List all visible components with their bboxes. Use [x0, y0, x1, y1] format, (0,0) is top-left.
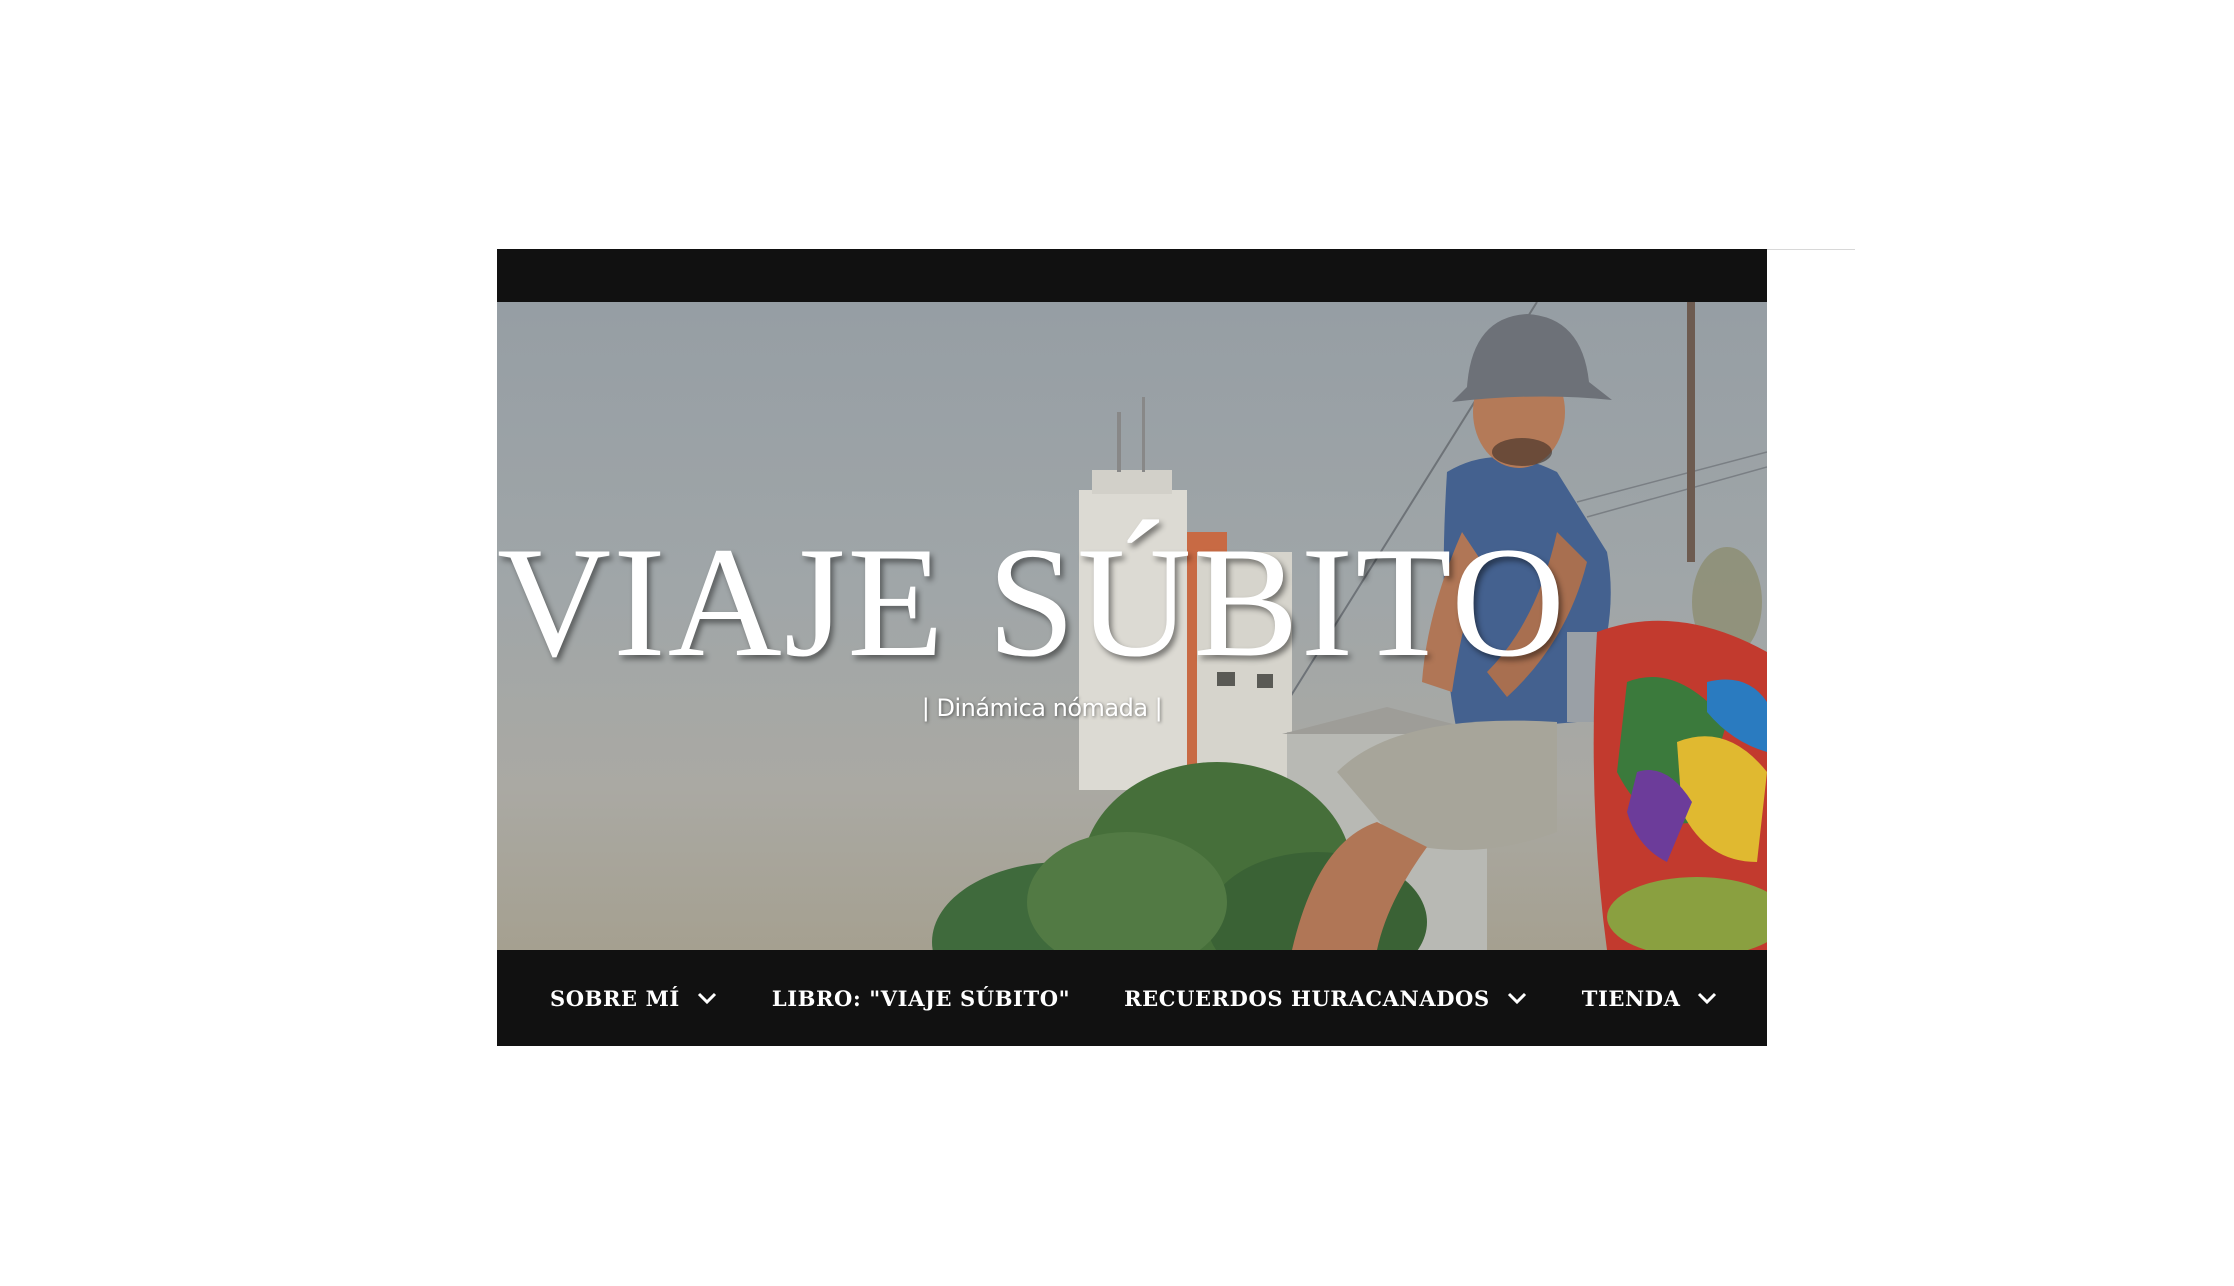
main-navigation: SOBRE MÍ LIBRO: "VIAJE SÚBITO" RECUERDOS…	[497, 950, 1767, 1046]
nav-item-label: TIENDA	[1581, 985, 1681, 1011]
nav-item-tienda[interactable]: TIENDA	[1582, 986, 1719, 1011]
chevron-down-icon[interactable]	[1506, 991, 1528, 1005]
site-title[interactable]: VIAJE SÚBITO	[497, 524, 1565, 682]
nav-item-recuerdos-huracanados[interactable]: RECUERDOS HURACANADOS	[1124, 986, 1528, 1011]
top-bar	[497, 249, 1767, 302]
nav-item-label: SOBRE MÍ	[550, 985, 680, 1011]
chevron-down-icon[interactable]	[1696, 991, 1718, 1005]
page: VIAJE SÚBITO | Dinámica nómada | SOBRE M…	[0, 0, 2234, 1286]
site-header: VIAJE SÚBITO | Dinámica nómada | SOBRE M…	[497, 249, 1767, 1046]
nav-item-sobre-mi[interactable]: SOBRE MÍ	[550, 986, 718, 1011]
site-tagline: | Dinámica nómada |	[921, 694, 1163, 722]
divider-line	[1767, 249, 1855, 250]
nav-item-libro[interactable]: LIBRO: "VIAJE SÚBITO"	[772, 986, 1070, 1011]
nav-item-label: RECUERDOS HURACANADOS	[1124, 985, 1490, 1011]
chevron-down-icon[interactable]	[696, 991, 718, 1005]
nav-item-label: LIBRO: "VIAJE SÚBITO"	[771, 985, 1071, 1011]
header-image[interactable]: VIAJE SÚBITO | Dinámica nómada |	[497, 302, 1767, 950]
